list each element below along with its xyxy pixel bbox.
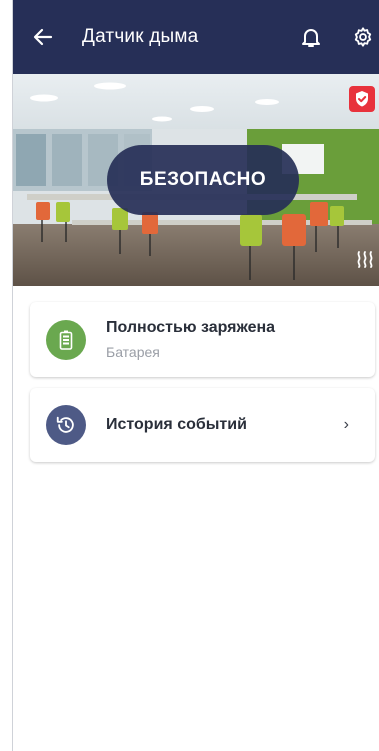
chevron-right-icon: ›: [343, 416, 349, 433]
notifications-button[interactable]: [299, 25, 323, 49]
security-status-badge: БЕЗОПАСНО: [107, 145, 299, 215]
battery-status-subtitle: Батарея: [106, 344, 160, 360]
history-icon-circle: [46, 405, 86, 445]
settings-button[interactable]: [351, 25, 375, 49]
event-history-title: История событий: [106, 416, 247, 433]
app-bar: Датчик дыма: [12, 0, 379, 74]
event-history-button[interactable]: История событий ›: [30, 388, 375, 462]
bell-icon: [302, 29, 320, 47]
back-arrow-icon: [33, 28, 53, 46]
history-icon: [56, 416, 74, 433]
battery-status-title: Полностью заряжена: [106, 319, 276, 336]
left-edge-border: [0, 0, 13, 751]
page-title: Датчик дыма: [82, 26, 199, 47]
heat-waves-icon: [355, 249, 375, 274]
battery-full-icon: [59, 330, 73, 350]
room-image: БЕЗОПАСНО: [12, 74, 379, 286]
back-button[interactable]: [30, 24, 56, 50]
battery-status-card: Полностью заряжена Батарея: [30, 302, 375, 377]
gear-icon: [354, 27, 372, 47]
shield-check-icon: [349, 86, 375, 112]
battery-icon-circle: [46, 319, 86, 360]
